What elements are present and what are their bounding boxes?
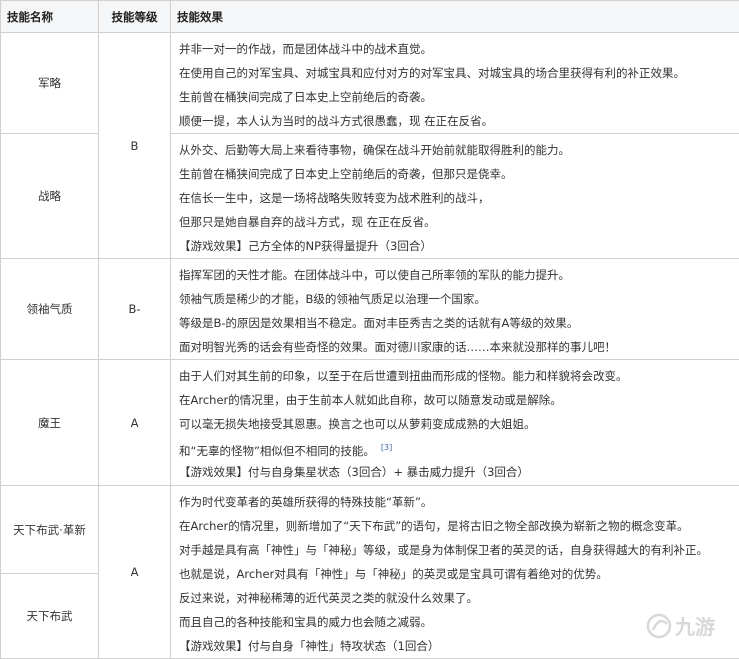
effect-line: 等级是B-的原因是效果相当不稳定。面对丰臣秀吉之类的话就有A等级的效果。 [179, 311, 733, 335]
effect-line: 作为时代变革者的英雄所获得的特殊技能“革新”。 [179, 490, 733, 514]
effect-line: 对手越是具有高「神性」与「神秘」等级，或是身为体制保卫者的英灵的话，自身获得越大… [179, 538, 733, 562]
effect-line: 在信长一生中，这是一场将战略失败转变为战术胜利的战斗， [179, 186, 733, 210]
effect-line: 反过来说，对神秘稀薄的近代英灵之类的就没什么效果了。 [179, 586, 733, 610]
table-header: 技能名称 技能等级 技能效果 [1, 1, 739, 33]
effect-line: 但那只是她自暴自弃的战斗方式，现 在正在反省。 [179, 210, 733, 234]
effect-line: 从外交、后勤等大局上来看待事物，确保在战斗开始前就能取得胜利的能力。 [179, 138, 733, 162]
table-row: 领袖气质 B- 指挥军团的天性才能。在团体战斗中，可以使自己所率领的军队的能力提… [1, 259, 739, 360]
effect-line: 生前曾在桶狭间完成了日本史上空前绝后的奇袭，但那只是侥幸。 [179, 162, 733, 186]
table-row: 魔王 A 由于人们对其生前的印象，以至于在后世遭到扭曲而形成的怪物。能力和样貌将… [1, 360, 739, 486]
effect-line: 面对明智光秀的话会有些奇怪的效果。面对德川家康的话……本来就没那样的事儿吧！ [179, 335, 733, 359]
skill-name: 战略 [1, 134, 99, 259]
skill-rank: B- [99, 259, 171, 360]
watermark-swirl-icon [648, 615, 670, 637]
effect-line: 在Archer的情况里，则新增加了“天下布武”的语句，是将古旧之物全部改换为崭新… [179, 514, 733, 538]
effect-line: 领袖气质是稀少的才能，B级的领袖气质足以治理一个国家。 [179, 287, 733, 311]
watermark-logo: 九游 [643, 608, 733, 644]
skill-rank: A [99, 360, 171, 486]
skill-rank: B [99, 33, 171, 259]
skill-rank: A [99, 486, 171, 659]
skill-name: 军略 [1, 33, 99, 134]
skill-name: 天下布武·革新 [1, 486, 99, 574]
effect-line-text: 和“无辜的怪物”相似但不相同的技能。 [179, 444, 375, 458]
table-row: 军略 B 并非一对一的作战，而是团体战斗中的战术直觉。 在使用自己的对军宝具、对… [1, 33, 739, 134]
effect-line: 由于人们对其生前的印象，以至于在后世遭到扭曲而形成的怪物。能力和样貌将会改变。 [179, 364, 733, 388]
skill-name: 魔王 [1, 360, 99, 486]
reference-link[interactable]: [3] [381, 443, 392, 452]
skills-table: 技能名称 技能等级 技能效果 军略 B 并非一对一的作战，而是团体战斗中的战术直… [0, 0, 739, 659]
effect-line: 并非一对一的作战，而是团体战斗中的战术直觉。 [179, 37, 733, 61]
effect-line: 在Archer的情况里，由于生前本人就如此自称，故可以随意发动或是解除。 [179, 388, 733, 412]
header-skill-rank: 技能等级 [99, 1, 171, 33]
effect-line: 顺便一提，本人认为当时的战斗方式很愚蠢，现 在正在反省。 [179, 109, 733, 133]
effect-line: 指挥军团的天性才能。在团体战斗中，可以使自己所率领的军队的能力提升。 [179, 263, 733, 287]
skill-name: 领袖气质 [1, 259, 99, 360]
skill-effect: 由于人们对其生前的印象，以至于在后世遭到扭曲而形成的怪物。能力和样貌将会改变。 … [171, 360, 739, 486]
effect-line: 在使用自己的对军宝具、对城宝具和应付对方的对军宝具、对城宝具的场合里获得有利的补… [179, 61, 733, 85]
effect-line: 生前曾在桶狭间完成了日本史上空前绝后的奇袭。 [179, 85, 733, 109]
table-row: 天下布武·革新 A 作为时代变革者的英雄所获得的特殊技能“革新”。 在Arche… [1, 486, 739, 574]
effect-line: 【游戏效果】己方全体的NP获得量提升（3回合） [179, 234, 733, 258]
skill-effect: 指挥军团的天性才能。在团体战斗中，可以使自己所率领的军队的能力提升。 领袖气质是… [171, 259, 739, 360]
skill-effect: 从外交、后勤等大局上来看待事物，确保在战斗开始前就能取得胜利的能力。 生前曾在桶… [171, 134, 739, 259]
effect-line: 【游戏效果】付与自身集星状态（3回合）+ 暴击威力提升（3回合） [179, 460, 733, 484]
header-skill-effect: 技能效果 [171, 1, 739, 33]
skill-name: 天下布武 [1, 574, 99, 659]
watermark-text: 九游 [674, 615, 715, 639]
skill-effect: 并非一对一的作战，而是团体战斗中的战术直觉。 在使用自己的对军宝具、对城宝具和应… [171, 33, 739, 134]
effect-line: 和“无辜的怪物”相似但不相同的技能。 [3] [179, 436, 733, 460]
header-skill-name: 技能名称 [1, 1, 99, 33]
effect-line: 也就是说，Archer对具有「神性」与「神秘」的英灵或是宝具可谓有着绝对的优势。 [179, 562, 733, 586]
effect-line: 可以毫无损失地接受其恩惠。换言之也可以从萝莉变成成熟的大姐姐。 [179, 412, 733, 436]
